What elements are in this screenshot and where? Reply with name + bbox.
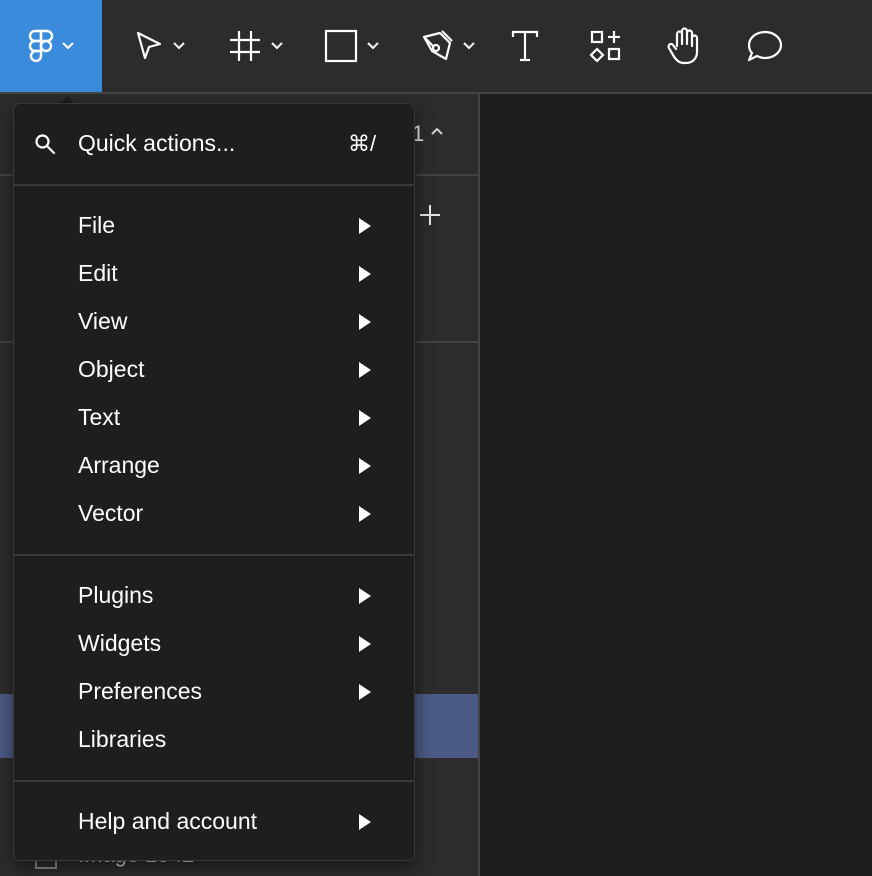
chevron-down-icon [173,42,185,50]
text-tool-button[interactable] [498,0,552,92]
menu-item-label: Widgets [78,630,162,656]
menu-item-label: Object [78,356,145,382]
submenu-arrow-icon [359,458,371,474]
search-icon [35,134,56,155]
comment-bubble-icon [747,30,783,62]
main-menu-button[interactable] [0,0,102,92]
menu-item-libraries[interactable]: Libraries [14,716,414,764]
resources-tool-button[interactable] [578,0,634,92]
toolbar [0,0,872,94]
quick-actions-item[interactable]: Quick actions... ⌘/ [14,104,414,184]
menu-item-label: Vector [78,500,144,526]
menu-item-label: View [78,308,128,334]
chevron-up-icon[interactable] [430,126,444,136]
submenu-arrow-icon [359,362,371,378]
quick-actions-shortcut: ⌘/ [348,131,377,156]
menu-item-label: Edit [78,260,118,286]
menu-item-label: Plugins [78,582,154,608]
menu-item-widgets[interactable]: Widgets [14,620,414,668]
menu-item-text[interactable]: Text [14,394,414,442]
submenu-arrow-icon [359,266,371,282]
canvas[interactable] [480,94,872,876]
submenu-arrow-icon [359,410,371,426]
menu-item-label: Text [78,404,121,430]
chevron-down-icon [271,42,283,50]
cursor-arrow-icon [136,31,162,60]
menu-item-vector[interactable]: Vector [14,490,414,538]
menu-item-label: Preferences [78,678,203,704]
submenu-arrow-icon [359,588,371,604]
shape-tool-button[interactable] [312,0,392,92]
menu-item-label: Help and account [78,808,258,834]
chevron-down-icon [463,42,475,50]
menu-pointer [59,96,75,104]
menu-item-label: File [78,212,116,238]
comment-tool-button[interactable] [736,0,794,92]
add-page-plus-icon[interactable] [418,203,442,227]
rectangle-icon [324,29,358,63]
hand-tool-button[interactable] [656,0,714,92]
pen-nib-icon [422,30,453,61]
pen-tool-button[interactable] [408,0,488,92]
menu-item-object[interactable]: Object [14,346,414,394]
main-menu-dropdown: Quick actions... ⌘/ File Edit View Objec… [14,104,414,860]
menu-item-arrange[interactable]: Arrange [14,442,414,490]
figma-logo-icon [28,29,54,63]
frame-hash-icon [230,31,260,61]
menu-item-plugins[interactable]: Plugins [14,572,414,620]
submenu-arrow-icon [359,636,371,652]
menu-separator [14,554,414,556]
submenu-arrow-icon [359,814,371,830]
menu-separator [14,184,414,186]
menu-item-help-and-account[interactable]: Help and account [14,798,414,846]
quick-actions-label: Quick actions... [78,130,236,156]
submenu-arrow-icon [359,506,371,522]
menu-item-view[interactable]: View [14,298,414,346]
chevron-down-icon [62,42,74,50]
menu-item-label: Arrange [78,452,160,478]
submenu-arrow-icon [359,684,371,700]
frame-tool-button[interactable] [216,0,296,92]
chevron-down-icon [367,42,379,50]
submenu-arrow-icon [359,218,371,234]
move-tool-button[interactable] [120,0,200,92]
menu-item-edit[interactable]: Edit [14,250,414,298]
submenu-arrow-icon [359,314,371,330]
menu-item-label: Libraries [78,726,167,752]
menu-item-file[interactable]: File [14,202,414,250]
hand-icon [667,27,699,65]
menu-separator [14,780,414,782]
text-t-icon [511,30,539,62]
menu-item-preferences[interactable]: Preferences [14,668,414,716]
components-resources-icon [589,30,621,63]
